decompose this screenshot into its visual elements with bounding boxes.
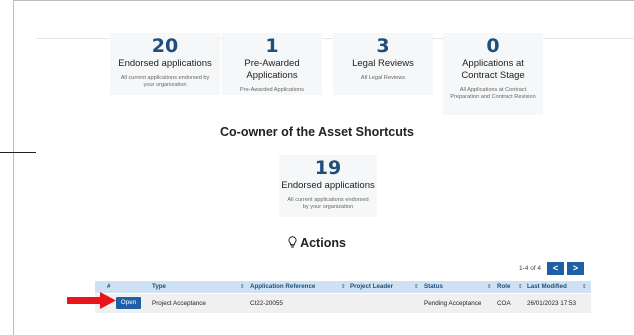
table-header: # Type ⇕ Application Reference ⇕ Project… xyxy=(95,281,591,293)
card-description: All current applications endorsed by you… xyxy=(120,75,210,88)
divider-stub xyxy=(0,152,36,153)
cell-type: Project Acceptance xyxy=(152,300,206,307)
pagination-count: 1-4 of 4 xyxy=(519,265,542,272)
summary-card-contract-stage[interactable]: 0 Applications at Contract Stage All App… xyxy=(443,33,543,115)
table-row: Open Project Acceptance CI22-20055 Pendi… xyxy=(95,294,591,313)
summary-card-legal-reviews[interactable]: 3 Legal Reviews All Legal Reviews xyxy=(333,33,433,95)
cell-status: Pending Acceptance xyxy=(424,300,482,307)
card-title: Endorsed applications xyxy=(118,58,212,69)
column-header-status[interactable]: Status xyxy=(424,281,443,293)
prev-page-button[interactable]: < xyxy=(547,262,565,275)
sort-icon[interactable]: ⇕ xyxy=(414,281,419,293)
sort-icon[interactable]: ⇕ xyxy=(240,281,245,293)
card-count: 1 xyxy=(265,35,279,57)
section-title-actions: Actions xyxy=(0,236,634,250)
open-button[interactable]: Open xyxy=(116,297,141,309)
card-description: All current applications endorsed by you… xyxy=(287,197,369,210)
column-header-role[interactable]: Role xyxy=(497,281,510,293)
summary-card-pre-awarded[interactable]: 1 Pre-Awarded Applications Pre-Awarded A… xyxy=(222,33,322,95)
card-description: All Legal Reviews xyxy=(360,75,406,81)
red-arrow-annotation xyxy=(67,292,116,309)
card-title: Endorsed applications xyxy=(281,180,375,191)
card-title: Pre-Awarded Applications xyxy=(244,58,300,81)
card-count: 3 xyxy=(376,35,390,57)
sort-icon[interactable]: ⇕ xyxy=(582,281,587,293)
sort-icon[interactable]: ⇕ xyxy=(487,281,492,293)
summary-card-coowner-endorsed[interactable]: 19 Endorsed applications All current app… xyxy=(279,155,377,217)
actions-table: # Type ⇕ Application Reference ⇕ Project… xyxy=(95,281,591,313)
card-count: 19 xyxy=(314,157,342,179)
cell-reference: CI22-20055 xyxy=(250,300,283,307)
sort-icon[interactable]: ⇕ xyxy=(518,281,523,293)
card-description: Pre-Awarded Applications xyxy=(240,87,304,93)
card-title: Applications at Contract Stage xyxy=(461,58,525,81)
column-header-project-leader[interactable]: Project Leader xyxy=(350,281,393,293)
sort-icon[interactable]: ⇕ xyxy=(341,281,346,293)
column-header-last-modified[interactable]: Last Modified xyxy=(527,281,567,293)
section-title-coowner: Co-owner of the Asset Shortcuts xyxy=(220,125,414,139)
top-border xyxy=(14,0,634,1)
left-panel-edge xyxy=(0,0,14,335)
actions-title-text: Actions xyxy=(300,236,346,250)
card-description: All Applications at Contract Preparation… xyxy=(450,87,536,100)
card-title: Legal Reviews xyxy=(352,58,414,69)
column-header-application-reference[interactable]: Application Reference xyxy=(250,281,315,293)
pagination: 1-4 of 4 < > xyxy=(519,262,585,275)
next-page-button[interactable]: > xyxy=(567,262,585,275)
cell-role: COA xyxy=(497,300,511,307)
card-count: 20 xyxy=(151,35,179,57)
card-count: 0 xyxy=(486,35,500,57)
cell-last-modified: 26/01/2023 17:53 xyxy=(527,300,577,307)
lightbulb-icon xyxy=(288,236,297,248)
summary-card-endorsed[interactable]: 20 Endorsed applications All current app… xyxy=(110,33,220,95)
column-header-type[interactable]: Type xyxy=(152,281,166,293)
